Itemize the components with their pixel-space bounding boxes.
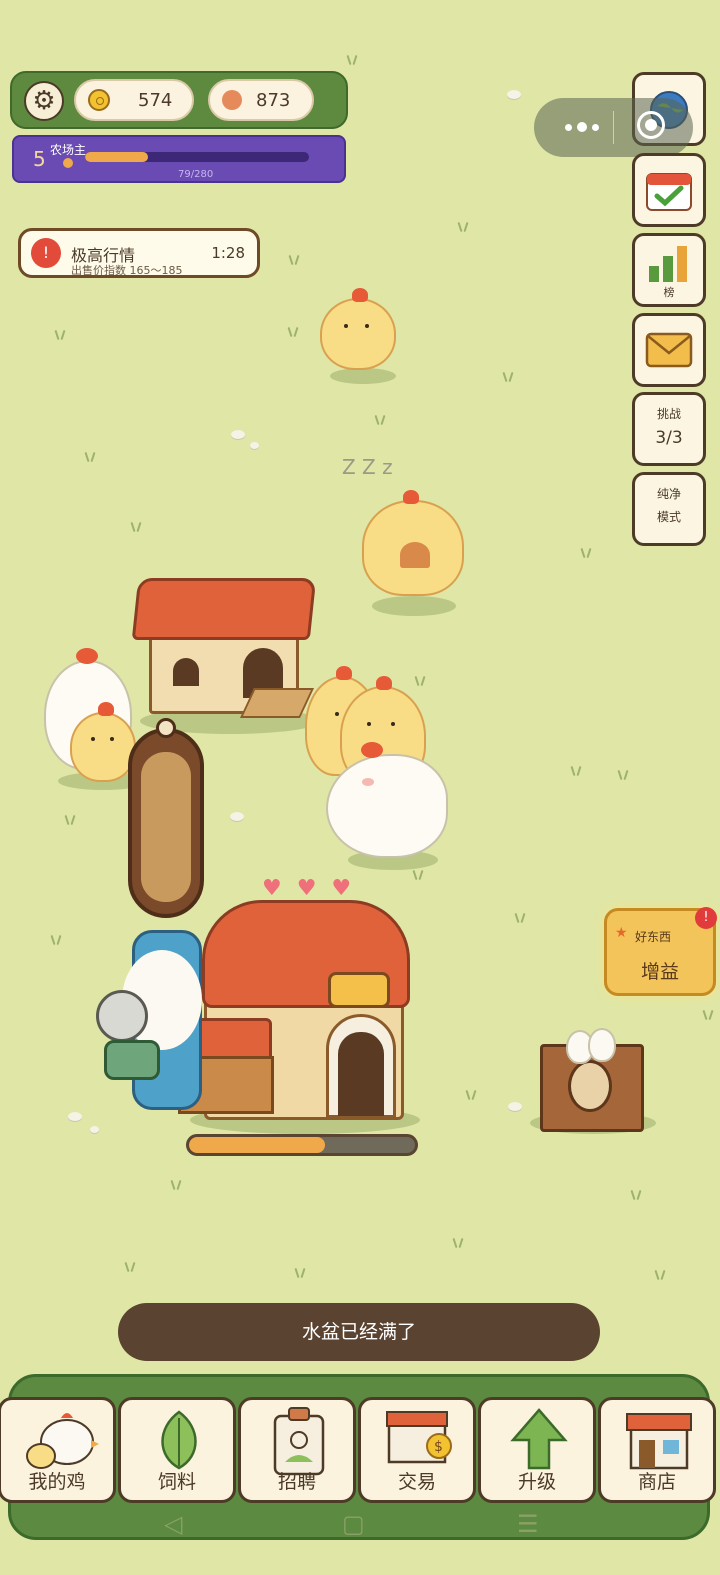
coin-value: 574 <box>138 89 173 111</box>
trough-fill <box>141 752 191 902</box>
main-coop[interactable] <box>172 896 418 1126</box>
small-coop[interactable] <box>131 578 317 718</box>
nav-recruit[interactable]: 招聘 <box>238 1397 356 1503</box>
nav-label: 升级 <box>517 1471 556 1493</box>
nav-my-chickens[interactable]: 我的鸡 <box>0 1397 116 1503</box>
pure-mode-button[interactable]: 纯净 模式 <box>632 472 706 546</box>
alert-timer: 1:28 <box>211 244 245 262</box>
sleep-text: Z Z z <box>342 455 393 479</box>
mode-label: 模式 <box>656 510 681 524</box>
gem-icon <box>222 90 242 110</box>
challenge-button[interactable]: 挑战 3/3 <box>632 392 706 466</box>
exp-progress-fill <box>85 152 149 162</box>
coop-progress-bar <box>186 1134 418 1156</box>
shop-icon <box>626 1413 692 1470</box>
system-back-icon[interactable]: ◁ <box>164 1510 182 1538</box>
market-stall-icon: $ <box>386 1411 452 1464</box>
gem-counter[interactable]: 873 <box>208 79 314 121</box>
cash-bag <box>104 1040 160 1080</box>
checkin-button[interactable] <box>632 153 706 227</box>
up-arrow-icon <box>510 1408 568 1470</box>
system-home-icon[interactable]: ▢ <box>342 1510 365 1538</box>
nav-feed[interactable]: 饲料 <box>118 1397 236 1503</box>
calendar-check-icon <box>646 173 692 211</box>
star-icon: ★ <box>615 925 628 941</box>
nav-label: 饲料 <box>157 1471 196 1493</box>
toast-message: 水盆已经满了 <box>118 1303 600 1361</box>
alert-icon: ! <box>31 238 61 268</box>
svg-text:$: $ <box>434 1439 443 1455</box>
nav-shop[interactable]: 商店 <box>598 1397 716 1503</box>
alert-subtitle: 出售价指数 165～185 <box>71 264 183 277</box>
nav-label: 交易 <box>397 1471 436 1493</box>
system-menu-icon[interactable]: ☰ <box>517 1510 539 1538</box>
gem-value: 873 <box>256 89 291 111</box>
farmer-cart[interactable] <box>96 920 212 1120</box>
boost-badge: ! <box>695 907 717 929</box>
coop-progress-fill <box>189 1137 325 1153</box>
wing-feather <box>400 542 430 568</box>
egg-crate[interactable] <box>536 1028 646 1134</box>
mini-program-capsule[interactable] <box>534 98 693 157</box>
market-alert[interactable]: ! 极高行情 出售价指数 165～185 1:28 <box>18 228 260 278</box>
chicken-icon <box>26 1413 99 1469</box>
capsule-divider <box>613 111 614 144</box>
nav-label: 我的鸡 <box>28 1471 86 1493</box>
nav-upgrade[interactable]: 升级 <box>478 1397 596 1503</box>
mail-icon <box>645 332 693 368</box>
challenge-count: 3/3 <box>655 428 683 448</box>
water-trough[interactable] <box>128 718 204 918</box>
leaderboard-button[interactable]: 榜 <box>632 233 706 307</box>
level-number: 5 <box>33 147 46 171</box>
coin-icon <box>88 89 110 111</box>
exp-progress-bar <box>85 152 309 162</box>
white-chicken[interactable] <box>326 742 448 858</box>
resource-bar: ⚙ 574 873 <box>10 71 348 129</box>
level-bar[interactable]: 5 农场主 79/280 <box>12 135 346 183</box>
more-icon[interactable] <box>554 110 610 144</box>
gear-icon: ⚙ <box>32 86 56 116</box>
leaderboard-label: 榜 <box>663 286 675 299</box>
chick[interactable] <box>320 288 396 370</box>
pure-label: 纯净 <box>656 487 681 501</box>
mail-button[interactable] <box>632 313 706 387</box>
close-target-icon[interactable] <box>637 111 665 139</box>
chick[interactable] <box>70 702 136 782</box>
egg-sign <box>328 972 390 1008</box>
nav-trade[interactable]: $ 交易 <box>358 1397 476 1503</box>
exp-marker <box>63 158 73 168</box>
sleeping-chicken[interactable] <box>362 490 464 596</box>
boost-big-label: 增益 <box>640 961 679 983</box>
exp-text: 79/280 <box>178 169 214 180</box>
boost-small-label: 好东西 <box>635 930 672 944</box>
nav-label: 商店 <box>637 1471 676 1493</box>
leaderboard-icon <box>649 246 687 282</box>
badge-icon <box>273 1407 325 1476</box>
nav-label: 招聘 <box>277 1471 316 1493</box>
coin-counter[interactable]: 574 <box>74 79 194 121</box>
level-title: 农场主 <box>50 143 87 157</box>
leaf-icon <box>161 1410 197 1470</box>
settings-button[interactable]: ⚙ <box>24 81 64 121</box>
challenge-label: 挑战 <box>656 407 681 421</box>
